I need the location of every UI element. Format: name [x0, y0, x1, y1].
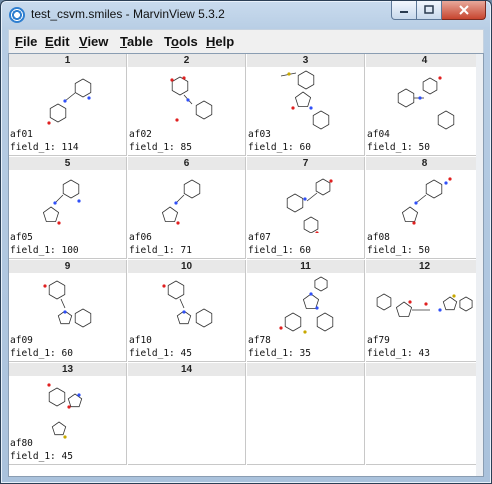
molecule-cell[interactable]: 4 af04 field_1: 50: [366, 54, 483, 156]
molecule-structure: [47, 78, 92, 125]
field-value: field_1: 100: [10, 245, 79, 256]
field-value: field_1: 85: [129, 142, 192, 153]
molecule-cell[interactable]: 11 af78 field_1: 35: [247, 260, 365, 362]
cell-index-header: 11: [247, 260, 364, 273]
field-value: field_1: 60: [248, 245, 311, 256]
molecule-name: af02: [129, 129, 152, 140]
molecule-structure: [280, 70, 330, 130]
molecule-name: af04: [367, 129, 390, 140]
menu-table[interactable]: Table: [120, 34, 153, 49]
cell-index-header: 2: [128, 54, 245, 67]
title-bar[interactable]: test_csvm.smiles - MarvinView 5.3.2: [1, 1, 491, 29]
field-value: field_1: 60: [248, 142, 311, 153]
cell-index-header: 14: [128, 363, 245, 376]
molecule-grid[interactable]: 1 af01 field_1: 114 2 af02 field_1: 85 3 af03 fi…: [8, 53, 484, 477]
molecule-name: af78: [248, 335, 271, 346]
molecule-structure: [162, 280, 213, 328]
field-value: field_1: 45: [10, 451, 73, 462]
field-value: field_1: 50: [367, 245, 430, 256]
molecule-cell[interactable]: 3 af03 field_1: 60: [247, 54, 365, 156]
minimize-button[interactable]: [391, 1, 417, 20]
molecule-structure: [43, 280, 92, 328]
molecule-name: af08: [367, 232, 390, 243]
menu-edit[interactable]: Edit: [45, 34, 70, 49]
molecule-cell[interactable]: 1 af01 field_1: 114: [9, 54, 127, 156]
marvinview-window: test_csvm.smiles - MarvinView 5.3.2 File…: [0, 0, 492, 484]
cell-index-header: 10: [128, 260, 245, 273]
molecule-structure: [42, 179, 81, 225]
field-value: field_1: 60: [10, 348, 73, 359]
molecule-cell[interactable]: 9 af09 field_1: 60: [9, 260, 127, 362]
cell-index-header: 1: [9, 54, 126, 67]
close-button[interactable]: [442, 1, 486, 20]
molecule-cell[interactable]: 12 af79 field_1: 43: [366, 260, 483, 362]
field-value: field_1: 114: [10, 142, 79, 153]
molecule-structure: [397, 76, 455, 130]
field-value: field_1: 45: [129, 348, 192, 359]
cell-index-header: 8: [366, 157, 483, 170]
cell-index-header: 13: [9, 363, 126, 376]
molecule-name: af80: [10, 438, 33, 449]
molecule-name: af10: [129, 335, 152, 346]
molecule-cell[interactable]: 2 af02 field_1: 85: [128, 54, 246, 156]
app-icon: [9, 7, 25, 23]
cell-index-header: 6: [128, 157, 245, 170]
cell-index-header: [247, 363, 364, 376]
molecule-cell[interactable]: 7 af07 field_1: 60: [247, 157, 365, 259]
cell-index-header: 7: [247, 157, 364, 170]
cell-index-header: 4: [366, 54, 483, 67]
molecule-name: af06: [129, 232, 152, 243]
maximize-icon: [424, 5, 434, 14]
field-value: field_1: 35: [248, 348, 311, 359]
cell-index-header: 5: [9, 157, 126, 170]
menu-tools[interactable]: Tools: [164, 34, 198, 49]
molecule-name: af05: [10, 232, 33, 243]
cell-index-header: [366, 363, 483, 376]
menu-view[interactable]: View: [79, 34, 108, 49]
cell-index-header: 3: [247, 54, 364, 67]
molecule-name: af09: [10, 335, 33, 346]
menu-file[interactable]: File: [15, 34, 37, 49]
molecule-structure: [401, 177, 452, 225]
molecule-name: af03: [248, 129, 271, 140]
molecule-name: af79: [367, 335, 390, 346]
molecule-name: af01: [10, 129, 33, 140]
molecule-structure: [161, 179, 201, 225]
close-icon: [458, 5, 469, 15]
cell-index-header: 12: [366, 260, 483, 273]
molecule-structure: [47, 383, 83, 439]
molecule-structure: [376, 293, 473, 317]
maximize-button[interactable]: [417, 1, 442, 20]
molecule-cell[interactable]: 6 af06 field_1: 71: [128, 157, 246, 259]
molecule-cell[interactable]: [247, 363, 365, 465]
field-value: field_1: 71: [129, 245, 192, 256]
window-title: test_csvm.smiles - MarvinView 5.3.2: [31, 7, 225, 21]
molecule-cell[interactable]: 8 af08 field_1: 50: [366, 157, 483, 259]
menu-bar: File Edit View Table Tools Help: [8, 29, 484, 53]
field-value: field_1: 50: [367, 142, 430, 153]
molecule-name: af07: [248, 232, 271, 243]
cell-index-header: 9: [9, 260, 126, 273]
field-value: field_1: 43: [367, 348, 430, 359]
molecule-structure: [279, 276, 334, 334]
molecule-cell[interactable]: [366, 363, 483, 465]
molecule-cell[interactable]: 10 af10 field_1: 45: [128, 260, 246, 362]
minimize-icon: [400, 11, 408, 13]
vertical-scrollbar[interactable]: [476, 54, 483, 476]
menu-help[interactable]: Help: [206, 34, 234, 49]
molecule-cell[interactable]: 13 af80 field_1: 45: [9, 363, 127, 465]
molecule-structure: [286, 178, 333, 233]
molecule-structure: [170, 76, 213, 122]
molecule-cell[interactable]: 14: [128, 363, 246, 465]
molecule-cell[interactable]: 5 af05 field_1: 100: [9, 157, 127, 259]
